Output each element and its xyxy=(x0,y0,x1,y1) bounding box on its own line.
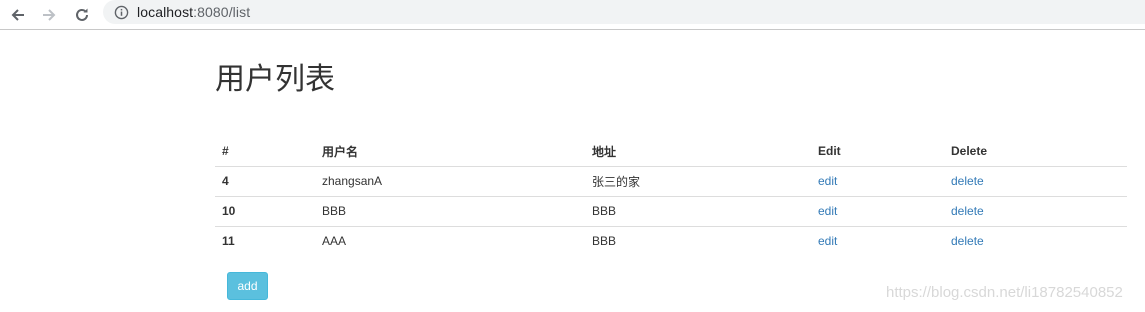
edit-link[interactable]: edit xyxy=(818,204,837,218)
arrow-left-icon xyxy=(11,9,24,21)
cell-edit: edit xyxy=(811,226,944,256)
url-text[interactable]: localhost:8080/list xyxy=(137,4,250,20)
info-icon[interactable] xyxy=(113,4,129,20)
browser-toolbar: localhost:8080/list xyxy=(0,0,1145,30)
delete-link[interactable]: delete xyxy=(951,174,984,188)
delete-link[interactable]: delete xyxy=(951,234,984,248)
cell-delete: delete xyxy=(944,226,1127,256)
cell-edit: edit xyxy=(811,166,944,197)
cell-id: 11 xyxy=(222,234,235,249)
header-edit: Edit xyxy=(811,137,944,167)
table-header-row: # 用户名 地址 Edit Delete xyxy=(215,137,1127,167)
cell-edit: edit xyxy=(811,196,944,227)
cell-username: BBB xyxy=(315,196,585,227)
table-row: 10 BBB BBB edit delete xyxy=(215,196,1127,227)
cell-username: AAA xyxy=(322,234,347,249)
users-table: # 用户名 地址 Edit Delete 4 zhangsanA 张三的家 ed… xyxy=(215,137,1127,256)
forward-button[interactable] xyxy=(38,4,60,26)
add-button[interactable]: add xyxy=(227,272,268,300)
address-bar[interactable]: localhost:8080/list xyxy=(103,0,1145,24)
cell-username: zhangsanA xyxy=(315,166,585,197)
header-address: 地址 xyxy=(585,137,811,167)
cell-delete: delete xyxy=(944,196,1127,227)
header-id: # xyxy=(215,137,315,167)
page-title: 用户列表 xyxy=(215,62,335,97)
table-row: 11 AAA BBB edit delete xyxy=(215,226,1127,256)
cell-delete: delete xyxy=(944,166,1127,197)
header-username: 用户名 xyxy=(315,137,585,167)
arrow-right-icon xyxy=(43,9,56,21)
url-host: localhost xyxy=(137,4,194,20)
cell-address: 张三的家 xyxy=(585,166,811,197)
reload-button[interactable] xyxy=(71,4,93,26)
watermark-text: https://blog.csdn.net/li18782540852 xyxy=(886,284,1123,301)
cell-id: 4 xyxy=(215,166,315,197)
back-button[interactable] xyxy=(7,4,29,26)
edit-link[interactable]: edit xyxy=(818,174,837,188)
edit-link[interactable]: edit xyxy=(818,234,837,248)
delete-link[interactable]: delete xyxy=(951,204,984,218)
header-delete: Delete xyxy=(944,137,1127,167)
url-path: :8080/list xyxy=(193,4,251,20)
cell-address: BBB xyxy=(585,196,811,227)
cell-id: 10 xyxy=(215,196,315,227)
reload-icon xyxy=(76,8,88,21)
table-row: 4 zhangsanA 张三的家 edit delete xyxy=(215,166,1127,197)
cell-address: BBB xyxy=(592,234,617,249)
